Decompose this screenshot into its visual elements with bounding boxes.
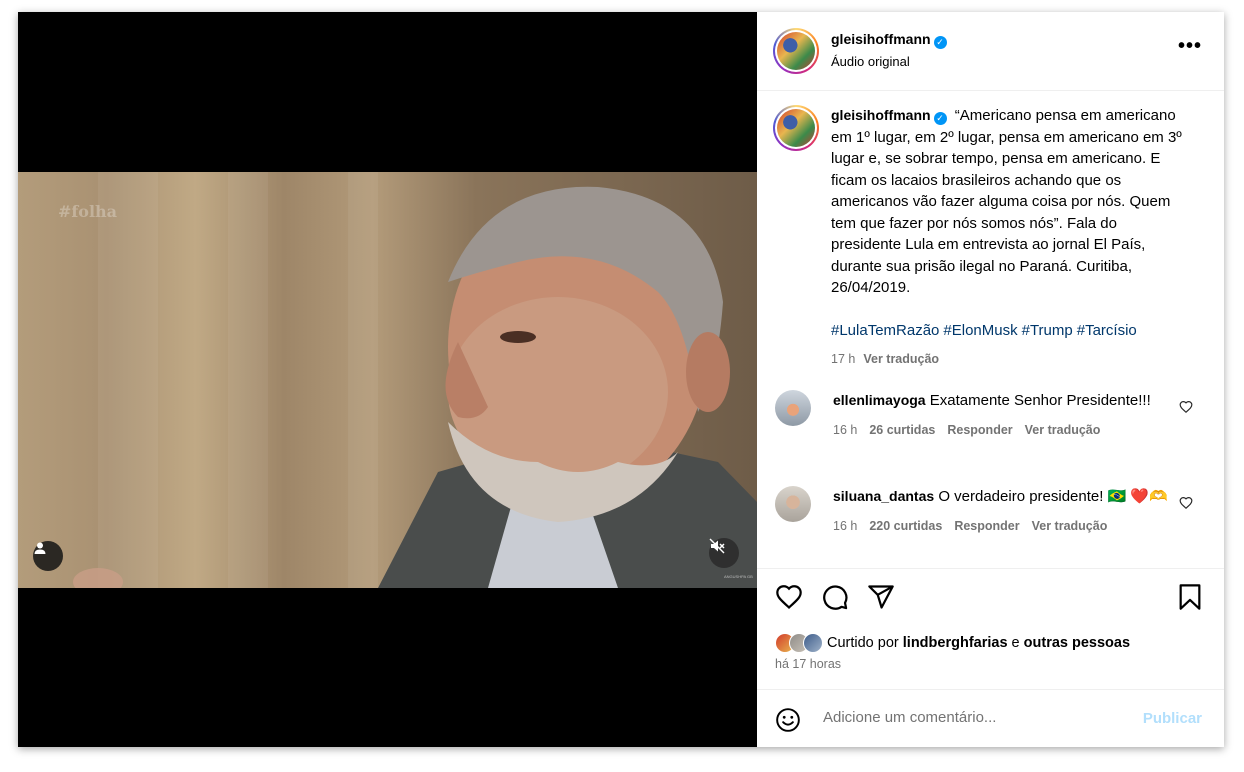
author-username[interactable]: gleisihoffmann ✓: [831, 31, 947, 49]
commenter-username[interactable]: siluana_dantas: [833, 488, 934, 504]
verified-icon: ✓: [933, 112, 947, 126]
caption-username[interactable]: gleisihoffmann ✓: [831, 107, 947, 126]
comment-meta: 16 h 26 curtidas Responder Ver tradução: [833, 420, 1173, 442]
caption-hashtags: #LulaTemRazão #ElonMusk #Trump #Tarcísio: [831, 320, 1191, 342]
media-panel: #folha ANGUSHPA GB: [18, 12, 757, 747]
comment-time[interactable]: 16 h: [833, 519, 857, 533]
publish-button[interactable]: Publicar: [1143, 710, 1202, 727]
reply-button[interactable]: Responder: [947, 423, 1012, 437]
share-icon: [868, 585, 894, 609]
video-player[interactable]: #folha ANGUSHPA GB: [18, 172, 757, 588]
heart-icon: [776, 585, 802, 610]
commenter-avatar[interactable]: [775, 390, 811, 426]
hashtag-link[interactable]: #ElonMusk: [943, 322, 1017, 339]
caption-meta: 17 h Ver tradução: [831, 349, 1191, 371]
reply-button[interactable]: Responder: [954, 519, 1019, 533]
liker-username[interactable]: lindberghfarias: [903, 635, 1008, 651]
commenter-avatar[interactable]: [775, 486, 811, 522]
comment-text: O verdadeiro presidente! 🇧🇷 ❤️🫶: [938, 488, 1168, 505]
author-avatar[interactable]: [773, 28, 819, 74]
comment-meta: 16 h 220 curtidas Responder Ver tradução: [833, 516, 1173, 538]
caption-avatar[interactable]: [773, 105, 819, 151]
likes-summary: Curtido por lindberghfarias e outras pes…: [775, 633, 1130, 653]
likes-prefix: Curtido por: [827, 635, 899, 651]
verified-icon: ✓: [933, 36, 947, 49]
mute-button[interactable]: [709, 538, 739, 568]
comment-item: ellenlimayoga Exatamente Senhor Presiden…: [775, 390, 1215, 470]
comment-translate-link[interactable]: Ver tradução: [1032, 519, 1108, 533]
video-watermark: #folha: [58, 202, 118, 221]
comment-input[interactable]: [821, 708, 1125, 727]
comment-likes[interactable]: 220 curtidas: [869, 519, 942, 533]
post-sidebar: gleisihoffmann ✓ Áudio original ••• gleis…: [757, 12, 1224, 747]
post-header: gleisihoffmann ✓ Áudio original •••: [757, 12, 1224, 91]
audio-label[interactable]: Áudio original: [831, 54, 910, 69]
heart-icon: [1179, 401, 1193, 414]
tagged-users-button[interactable]: [33, 541, 63, 571]
post-timestamp[interactable]: há 17 horas: [775, 657, 841, 671]
commenter-username[interactable]: ellenlimayoga: [833, 392, 926, 408]
comment-composer: Publicar: [757, 689, 1224, 747]
save-button[interactable]: [1178, 583, 1202, 616]
heart-icon: [1179, 497, 1193, 510]
person-icon: [34, 542, 46, 554]
emoji-button[interactable]: [775, 707, 801, 738]
post-dialog: #folha ANGUSHPA GB gleisihoffmann ✓ Áudi…: [18, 12, 1224, 747]
comment-translate-link[interactable]: Ver tradução: [1025, 423, 1101, 437]
share-button[interactable]: [867, 583, 895, 616]
caption-body: “Americano pensa em americano em 1º luga…: [831, 107, 1182, 296]
emoji-icon: [776, 708, 800, 732]
bookmark-icon: [1179, 584, 1201, 610]
comment-time[interactable]: 16 h: [833, 423, 857, 437]
caption-translate-link[interactable]: Ver tradução: [863, 352, 939, 366]
comments-scroll-area[interactable]: gleisihoffmann ✓ “Americano pensa em amer…: [757, 91, 1224, 567]
more-options-button[interactable]: •••: [1178, 35, 1202, 58]
caption-time[interactable]: 17 h: [831, 352, 855, 366]
post-actions: Curtido por lindberghfarias e outras pes…: [757, 568, 1224, 690]
hashtag-link[interactable]: #Tarcísio: [1077, 322, 1137, 339]
other-likers-link[interactable]: outras pessoas: [1024, 635, 1130, 651]
comment-text: Exatamente Senhor Presidente!!!: [929, 392, 1151, 409]
mute-icon: [709, 538, 725, 554]
comment-likes[interactable]: 26 curtidas: [869, 423, 935, 437]
comment-button[interactable]: [821, 583, 849, 616]
comment-item: siluana_dantas O verdadeiro presidente! …: [775, 486, 1215, 566]
comment-icon: [823, 585, 848, 610]
hashtag-link[interactable]: #LulaTemRazão: [831, 322, 939, 339]
likes-joiner: e: [1011, 635, 1020, 651]
video-frame-illustration: [73, 186, 757, 588]
comment-like-button[interactable]: [1179, 400, 1193, 419]
video-corner-mark: ANGUSHPA GB: [724, 574, 753, 579]
comment-like-button[interactable]: [1179, 496, 1193, 515]
like-button[interactable]: [775, 583, 803, 616]
hashtag-link[interactable]: #Trump: [1022, 322, 1073, 339]
liker-avatars[interactable]: [775, 633, 823, 653]
